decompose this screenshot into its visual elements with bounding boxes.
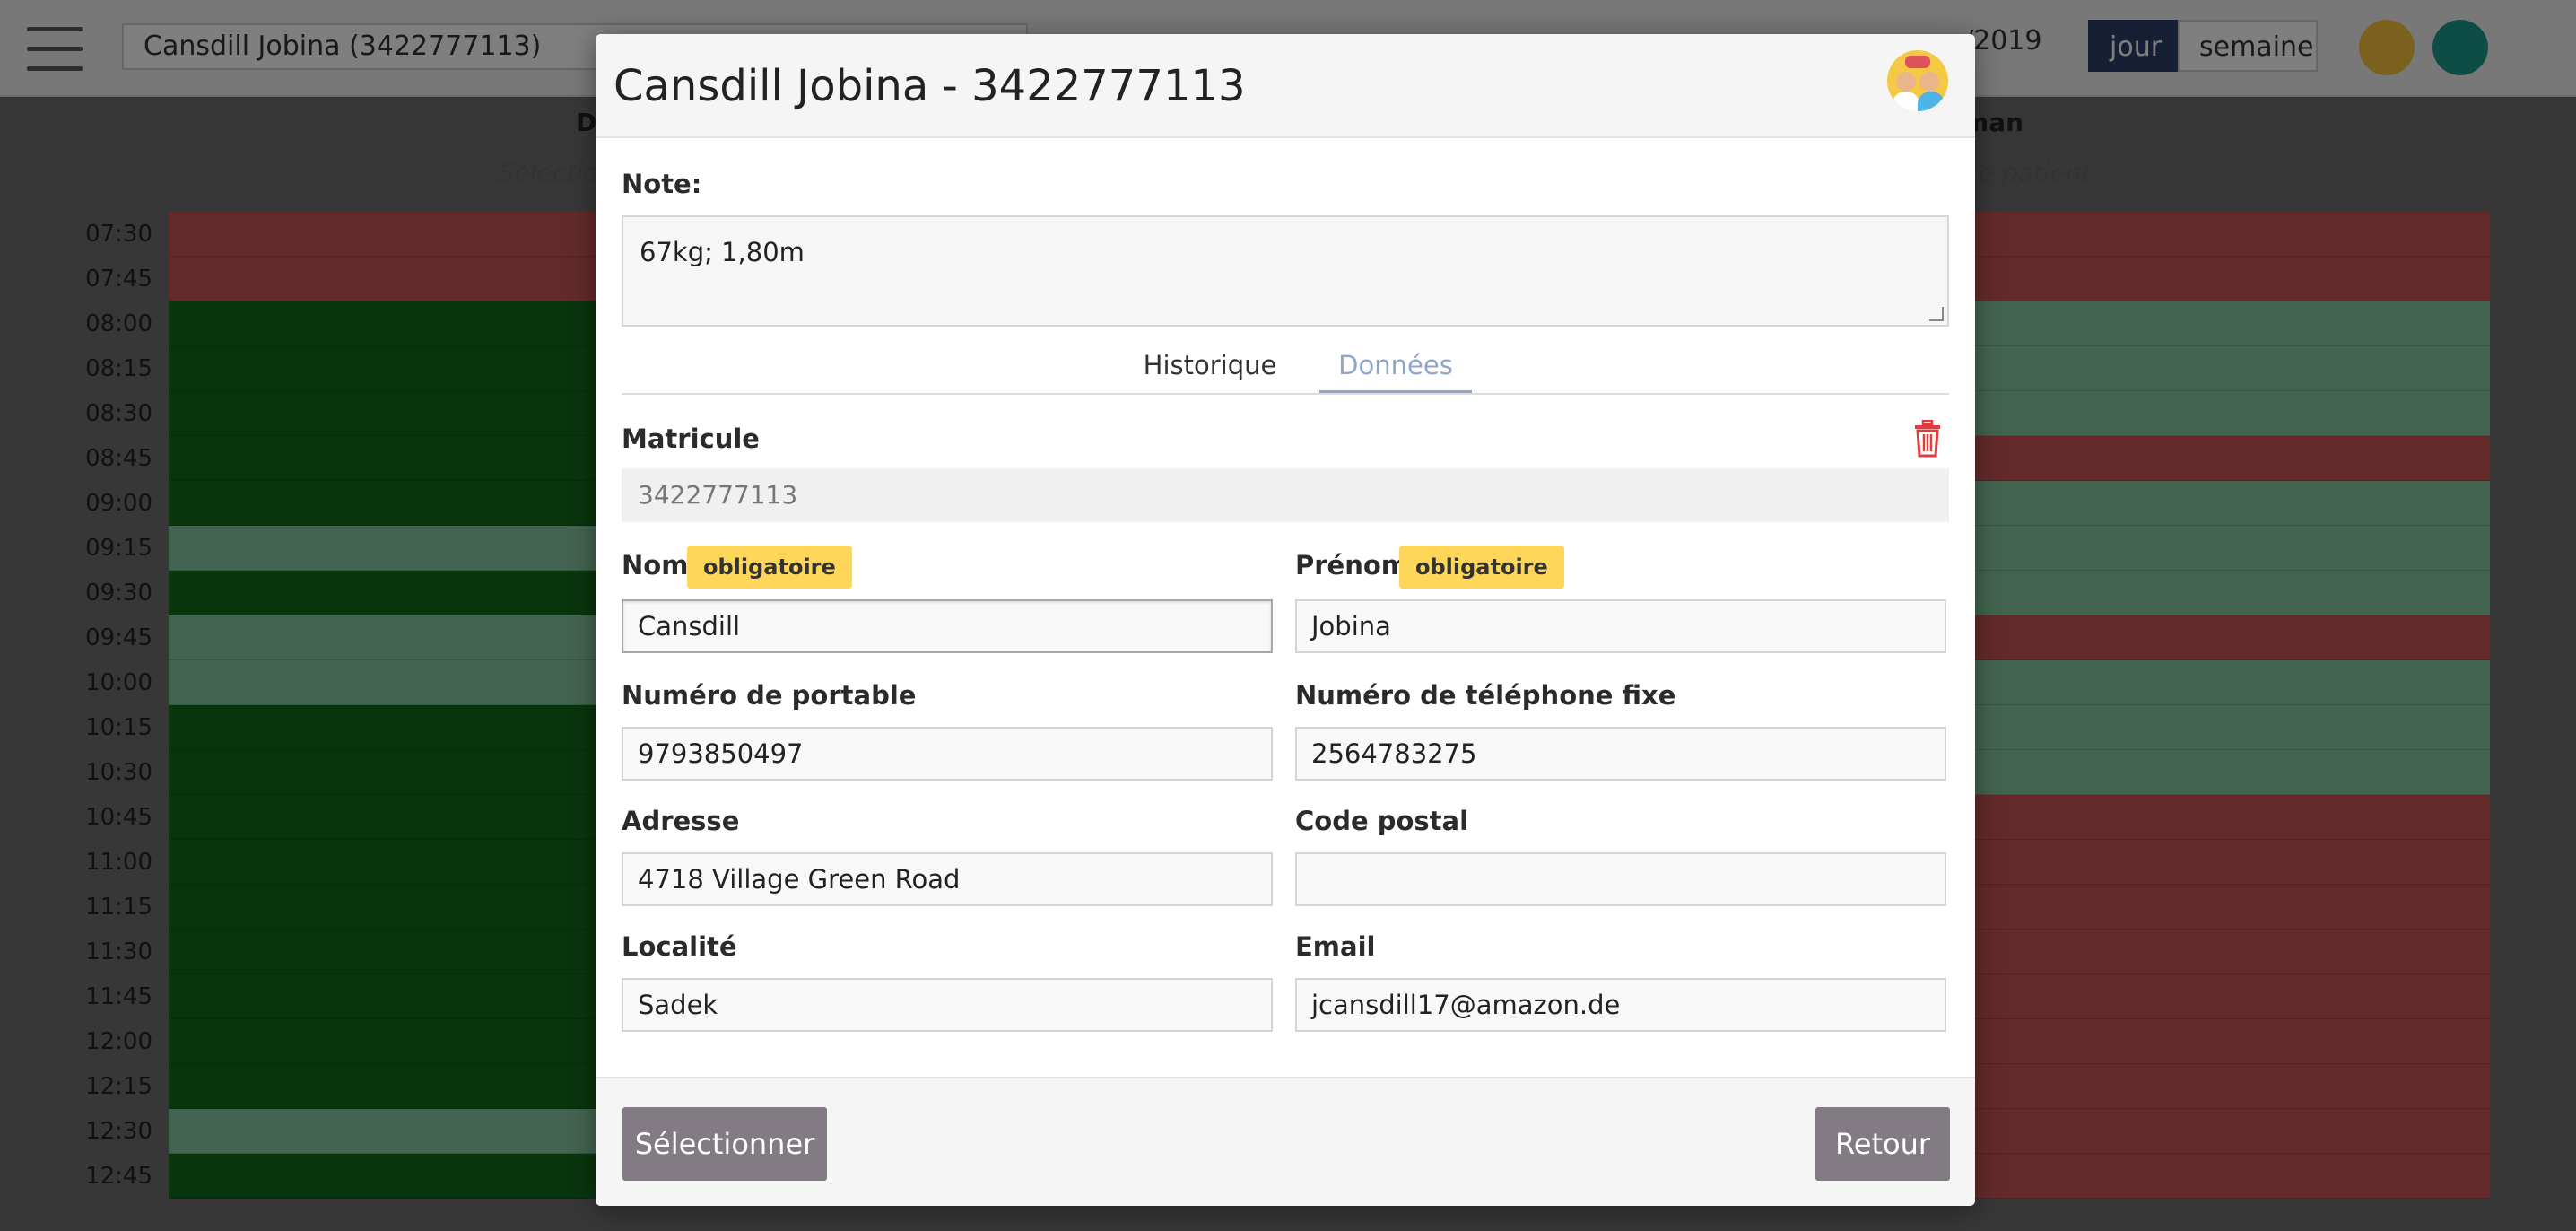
- modal-footer: Sélectionner Retour: [596, 1077, 1975, 1206]
- resize-grip-icon[interactable]: [1929, 307, 1944, 321]
- email-input[interactable]: jcansdill17@amazon.de: [1295, 978, 1946, 1032]
- nom-input[interactable]: Cansdill: [622, 599, 1273, 653]
- modal-title: Cansdill Jobina - 3422777113: [614, 61, 1246, 111]
- trash-icon[interactable]: [1914, 420, 1941, 458]
- tab-historique[interactable]: Historique: [1138, 343, 1282, 393]
- select-button[interactable]: Sélectionner: [622, 1107, 827, 1181]
- note-value: 67kg; 1,80m: [640, 237, 805, 267]
- tab-donnees[interactable]: Données: [1319, 343, 1472, 393]
- required-badge: obligatoire: [1399, 546, 1564, 589]
- doctor-patient-avatar-icon: [1887, 50, 1948, 111]
- localite-input[interactable]: Sadek: [622, 978, 1273, 1032]
- required-badge: obligatoire: [687, 546, 852, 589]
- patient-modal: Cansdill Jobina - 3422777113 Note: 67kg;…: [596, 34, 1975, 1206]
- adresse-label: Adresse: [622, 806, 740, 836]
- note-label: Note:: [622, 169, 702, 199]
- portable-input[interactable]: 9793850497: [622, 727, 1273, 781]
- fixe-input[interactable]: 2564783275: [1295, 727, 1946, 781]
- email-label: Email: [1295, 931, 1376, 962]
- fixe-label: Numéro de téléphone fixe: [1295, 680, 1676, 711]
- prenom-label: Prénom: [1295, 550, 1409, 581]
- modal-header: Cansdill Jobina - 3422777113: [596, 34, 1975, 138]
- matricule-label: Matricule: [622, 423, 760, 454]
- note-textarea[interactable]: 67kg; 1,80m: [622, 215, 1949, 327]
- portable-label: Numéro de portable: [622, 680, 917, 711]
- nom-label: Nom: [622, 550, 689, 581]
- prenom-input[interactable]: Jobina: [1295, 599, 1946, 653]
- code-postal-input[interactable]: [1295, 852, 1946, 906]
- localite-label: Localité: [622, 931, 737, 962]
- code-postal-label: Code postal: [1295, 806, 1469, 836]
- adresse-input[interactable]: 4718 Village Green Road: [622, 852, 1273, 906]
- matricule-field: 3422777113: [622, 468, 1949, 522]
- tab-bar: Historique Données: [622, 343, 1949, 395]
- back-button[interactable]: Retour: [1815, 1107, 1950, 1181]
